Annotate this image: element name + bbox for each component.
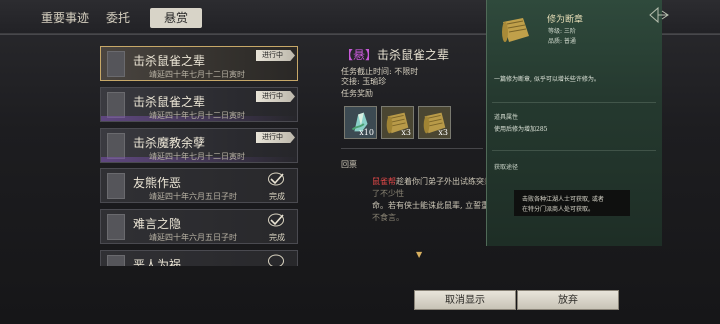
tab-bounty[interactable]: 悬赏 (150, 8, 202, 28)
quest-date: 靖延四十年七月十二日寅时 (149, 152, 245, 161)
quest-item[interactable]: 击杀鼠雀之辈 靖延四十年七月十二日寅时 进行中 (100, 46, 298, 81)
quest-item[interactable]: 击杀鼠雀之辈 靖延四十年七月十二日寅时 进行中 (100, 87, 299, 122)
quest-thumbnail (107, 92, 125, 118)
abandon-button[interactable]: 放弃 (517, 290, 619, 310)
quest-detail-name: 击杀鼠雀之辈 (377, 48, 450, 62)
close-icon[interactable] (648, 6, 670, 24)
completed-label: 完成 (269, 192, 285, 201)
divider (341, 148, 483, 149)
reward-qty: x3 (438, 128, 448, 137)
checkmark-icon (268, 254, 284, 266)
reward-qty: x10 (359, 128, 374, 137)
story-faction-name: 鼠雀帮 (372, 177, 396, 186)
scroll-icon (502, 18, 529, 42)
scroll-down-icon[interactable]: ▼ (416, 250, 422, 259)
panel-divider (492, 102, 656, 103)
completed-label: 完成 (269, 233, 285, 242)
quest-title: 击杀鼠雀之辈 (133, 54, 206, 68)
quest-item[interactable]: 友熊作恶 靖延四十年六月五日子时 完成 (100, 168, 298, 203)
quest-date: 靖延四十年六月五日子时 (149, 192, 237, 201)
item-description: 一篇修为断章, 似乎可以增长些许修为。 (494, 76, 600, 83)
reward-slot[interactable]: x3 (418, 106, 451, 139)
status-badge: 进行中 (256, 50, 295, 61)
quest-title: 难言之隐 (133, 217, 182, 231)
item-effect-label: 道具属性 (494, 114, 519, 121)
quest-list[interactable]: 击杀鼠雀之辈 靖延四十年七月十二日寅时 进行中 击杀鼠雀之辈 靖延四十年七月十二… (100, 46, 300, 266)
item-source-text: 击败各种江湖人士可获取, 或者 (522, 196, 604, 203)
status-badge: 进行中 (256, 91, 295, 102)
quest-date: 靖延四十年六月五日子时 (149, 233, 237, 242)
reward-slot[interactable]: x10 (344, 106, 377, 139)
status-badge: 进行中 (256, 132, 295, 143)
item-source-text: 在特分门派商人处可获取。 (522, 206, 595, 213)
quest-thumbnail (107, 255, 125, 266)
item-source-label: 获取途径 (494, 164, 519, 171)
checkmark-icon (268, 213, 284, 227)
quest-detail-title: 【悬】击杀鼠雀之辈 (341, 46, 449, 63)
story-text: 趁着你门弟子外出试练突 (396, 177, 484, 186)
reward-label: 任务奖励 (341, 89, 373, 98)
tab-commission[interactable]: 委托 (98, 8, 138, 28)
quest-title: 友熊作恶 (133, 176, 182, 190)
quest-thumbnail (107, 133, 125, 159)
item-quality: 品质: 普通 (548, 38, 576, 45)
quest-thumbnail (107, 51, 125, 77)
cancel-display-button[interactable]: 取消显示 (414, 290, 516, 310)
quest-title: 击杀鼠雀之辈 (133, 95, 206, 109)
item-effect: 使用后修为增加285 (494, 126, 548, 133)
quest-thumbnail (107, 173, 125, 199)
quest-contact: 交接: 玉瑜珍 (341, 77, 387, 86)
panel-divider (492, 150, 656, 151)
quest-item[interactable]: 难言之隐 靖延四十年六月五日子时 完成 (100, 209, 298, 244)
quest-date: 靖延四十年七月十二日寅时 (149, 111, 245, 120)
quest-date: 靖延四十年七月十二日寅时 (149, 70, 245, 79)
quest-title: 恶人为祸 (133, 258, 182, 266)
bounty-tag: 【悬】 (341, 48, 378, 62)
quest-item[interactable]: 击杀魔教余孽 靖延四十年七月十二日寅时 进行中 (100, 128, 299, 163)
source-popup: 击败各种江湖人士可获取, 或者 在特分门派商人处可获取。 (514, 190, 630, 216)
item-grade: 等级: 三阶 (548, 28, 576, 35)
reward-qty: x3 (401, 128, 411, 137)
tab-important-events[interactable]: 重要事迹 (22, 8, 108, 28)
quest-thumbnail (107, 214, 125, 240)
quest-item[interactable]: 恶人为祸 (100, 250, 298, 266)
quest-title: 击杀魔教余孽 (133, 136, 206, 150)
item-name: 修为断章 (547, 15, 584, 25)
checkmark-icon (268, 172, 284, 186)
reward-slot[interactable]: x3 (381, 106, 414, 139)
section-label: 回禀 (341, 160, 357, 169)
story-text: 命。若有侠士能诛此鼠辈, 立誓重金 (372, 201, 498, 210)
